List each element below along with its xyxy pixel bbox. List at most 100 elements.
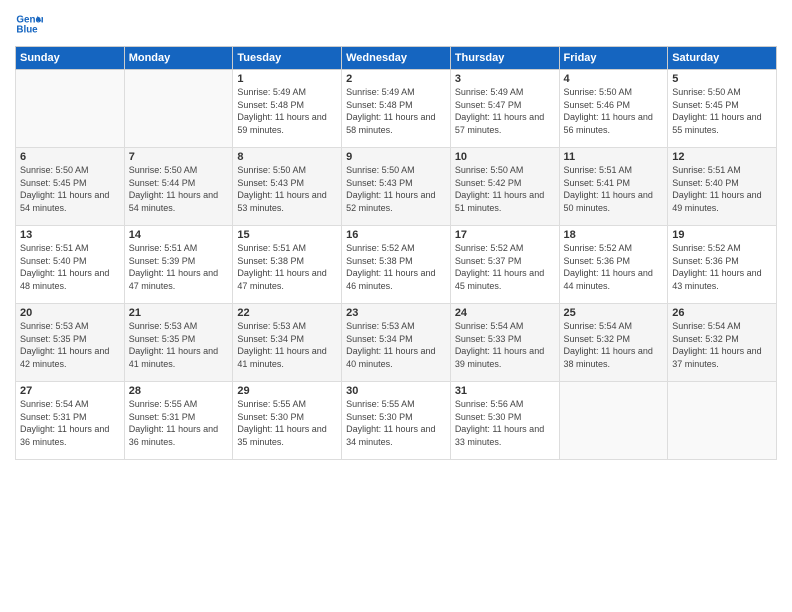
day-cell: 25Sunrise: 5:54 AMSunset: 5:32 PMDayligh… (559, 304, 668, 382)
day-number: 13 (20, 229, 120, 241)
day-info: Sunrise: 5:50 AMSunset: 5:46 PMDaylight:… (564, 86, 664, 136)
day-cell: 9Sunrise: 5:50 AMSunset: 5:43 PMDaylight… (342, 148, 451, 226)
day-cell (559, 382, 668, 460)
day-number: 4 (564, 73, 664, 85)
day-info: Sunrise: 5:52 AMSunset: 5:37 PMDaylight:… (455, 242, 555, 292)
day-cell: 23Sunrise: 5:53 AMSunset: 5:34 PMDayligh… (342, 304, 451, 382)
header-monday: Monday (124, 47, 233, 70)
day-info: Sunrise: 5:51 AMSunset: 5:38 PMDaylight:… (237, 242, 337, 292)
day-info: Sunrise: 5:49 AMSunset: 5:48 PMDaylight:… (346, 86, 446, 136)
day-info: Sunrise: 5:51 AMSunset: 5:40 PMDaylight:… (672, 164, 772, 214)
day-cell: 21Sunrise: 5:53 AMSunset: 5:35 PMDayligh… (124, 304, 233, 382)
day-cell: 26Sunrise: 5:54 AMSunset: 5:32 PMDayligh… (668, 304, 777, 382)
day-info: Sunrise: 5:54 AMSunset: 5:32 PMDaylight:… (672, 320, 772, 370)
day-number: 21 (129, 307, 229, 319)
day-number: 10 (455, 151, 555, 163)
week-row-5: 27Sunrise: 5:54 AMSunset: 5:31 PMDayligh… (16, 382, 777, 460)
day-info: Sunrise: 5:55 AMSunset: 5:30 PMDaylight:… (237, 398, 337, 448)
day-cell: 22Sunrise: 5:53 AMSunset: 5:34 PMDayligh… (233, 304, 342, 382)
day-number: 29 (237, 385, 337, 397)
day-cell: 29Sunrise: 5:55 AMSunset: 5:30 PMDayligh… (233, 382, 342, 460)
day-number: 12 (672, 151, 772, 163)
day-info: Sunrise: 5:52 AMSunset: 5:36 PMDaylight:… (672, 242, 772, 292)
day-number: 8 (237, 151, 337, 163)
day-info: Sunrise: 5:54 AMSunset: 5:33 PMDaylight:… (455, 320, 555, 370)
day-number: 25 (564, 307, 664, 319)
svg-text:Blue: Blue (16, 24, 38, 35)
day-cell: 31Sunrise: 5:56 AMSunset: 5:30 PMDayligh… (450, 382, 559, 460)
day-cell (16, 70, 125, 148)
day-info: Sunrise: 5:53 AMSunset: 5:35 PMDaylight:… (129, 320, 229, 370)
calendar-table: Sunday Monday Tuesday Wednesday Thursday… (15, 46, 777, 460)
day-cell: 20Sunrise: 5:53 AMSunset: 5:35 PMDayligh… (16, 304, 125, 382)
week-row-1: 1Sunrise: 5:49 AMSunset: 5:48 PMDaylight… (16, 70, 777, 148)
day-cell: 28Sunrise: 5:55 AMSunset: 5:31 PMDayligh… (124, 382, 233, 460)
day-cell: 10Sunrise: 5:50 AMSunset: 5:42 PMDayligh… (450, 148, 559, 226)
day-number: 22 (237, 307, 337, 319)
day-info: Sunrise: 5:52 AMSunset: 5:36 PMDaylight:… (564, 242, 664, 292)
day-info: Sunrise: 5:49 AMSunset: 5:47 PMDaylight:… (455, 86, 555, 136)
day-number: 18 (564, 229, 664, 241)
day-info: Sunrise: 5:50 AMSunset: 5:45 PMDaylight:… (20, 164, 120, 214)
day-cell (668, 382, 777, 460)
day-number: 23 (346, 307, 446, 319)
day-number: 5 (672, 73, 772, 85)
day-info: Sunrise: 5:51 AMSunset: 5:41 PMDaylight:… (564, 164, 664, 214)
week-row-2: 6Sunrise: 5:50 AMSunset: 5:45 PMDaylight… (16, 148, 777, 226)
day-number: 14 (129, 229, 229, 241)
day-info: Sunrise: 5:51 AMSunset: 5:40 PMDaylight:… (20, 242, 120, 292)
day-number: 28 (129, 385, 229, 397)
day-cell: 27Sunrise: 5:54 AMSunset: 5:31 PMDayligh… (16, 382, 125, 460)
day-cell: 7Sunrise: 5:50 AMSunset: 5:44 PMDaylight… (124, 148, 233, 226)
day-info: Sunrise: 5:50 AMSunset: 5:42 PMDaylight:… (455, 164, 555, 214)
day-number: 27 (20, 385, 120, 397)
day-number: 11 (564, 151, 664, 163)
day-cell (124, 70, 233, 148)
day-info: Sunrise: 5:53 AMSunset: 5:34 PMDaylight:… (346, 320, 446, 370)
week-row-3: 13Sunrise: 5:51 AMSunset: 5:40 PMDayligh… (16, 226, 777, 304)
day-info: Sunrise: 5:49 AMSunset: 5:48 PMDaylight:… (237, 86, 337, 136)
day-info: Sunrise: 5:50 AMSunset: 5:43 PMDaylight:… (237, 164, 337, 214)
header-thursday: Thursday (450, 47, 559, 70)
day-info: Sunrise: 5:56 AMSunset: 5:30 PMDaylight:… (455, 398, 555, 448)
day-number: 24 (455, 307, 555, 319)
day-cell: 5Sunrise: 5:50 AMSunset: 5:45 PMDaylight… (668, 70, 777, 148)
day-number: 15 (237, 229, 337, 241)
day-info: Sunrise: 5:51 AMSunset: 5:39 PMDaylight:… (129, 242, 229, 292)
day-number: 31 (455, 385, 555, 397)
day-cell: 13Sunrise: 5:51 AMSunset: 5:40 PMDayligh… (16, 226, 125, 304)
header: General Blue (15, 10, 777, 38)
day-info: Sunrise: 5:55 AMSunset: 5:30 PMDaylight:… (346, 398, 446, 448)
day-info: Sunrise: 5:50 AMSunset: 5:43 PMDaylight:… (346, 164, 446, 214)
day-cell: 11Sunrise: 5:51 AMSunset: 5:41 PMDayligh… (559, 148, 668, 226)
day-number: 20 (20, 307, 120, 319)
header-sunday: Sunday (16, 47, 125, 70)
header-wednesday: Wednesday (342, 47, 451, 70)
day-cell: 12Sunrise: 5:51 AMSunset: 5:40 PMDayligh… (668, 148, 777, 226)
day-cell: 15Sunrise: 5:51 AMSunset: 5:38 PMDayligh… (233, 226, 342, 304)
day-info: Sunrise: 5:54 AMSunset: 5:31 PMDaylight:… (20, 398, 120, 448)
day-cell: 19Sunrise: 5:52 AMSunset: 5:36 PMDayligh… (668, 226, 777, 304)
week-row-4: 20 Sunrise: 5:53 AMSunset: 5:35 PMDayligh… (16, 304, 777, 382)
day-number: 9 (346, 151, 446, 163)
day-cell: 2Sunrise: 5:49 AMSunset: 5:48 PMDaylight… (342, 70, 451, 148)
logo: General Blue (15, 10, 47, 38)
day-number: 17 (455, 229, 555, 241)
day-number: 6 (20, 151, 120, 163)
day-cell: 16Sunrise: 5:52 AMSunset: 5:38 PMDayligh… (342, 226, 451, 304)
day-number: 30 (346, 385, 446, 397)
day-cell: 30Sunrise: 5:55 AMSunset: 5:30 PMDayligh… (342, 382, 451, 460)
logo-icon: General Blue (15, 10, 43, 38)
day-number: 26 (672, 307, 772, 319)
day-number: 2 (346, 73, 446, 85)
day-info: Sunrise: 5:53 AMSunset: 5:34 PMDaylight:… (237, 320, 337, 370)
day-info: Sunrise: 5:52 AMSunset: 5:38 PMDaylight:… (346, 242, 446, 292)
day-number: 19 (672, 229, 772, 241)
day-info: Sunrise: 5:50 AMSunset: 5:45 PMDaylight:… (672, 86, 772, 136)
header-tuesday: Tuesday (233, 47, 342, 70)
day-cell: 4Sunrise: 5:50 AMSunset: 5:46 PMDaylight… (559, 70, 668, 148)
day-number: 3 (455, 73, 555, 85)
day-info: Sunrise: 5:54 AMSunset: 5:32 PMDaylight:… (564, 320, 664, 370)
day-info: Sunrise: 5:50 AMSunset: 5:44 PMDaylight:… (129, 164, 229, 214)
day-info: Sunrise: 5:55 AMSunset: 5:31 PMDaylight:… (129, 398, 229, 448)
